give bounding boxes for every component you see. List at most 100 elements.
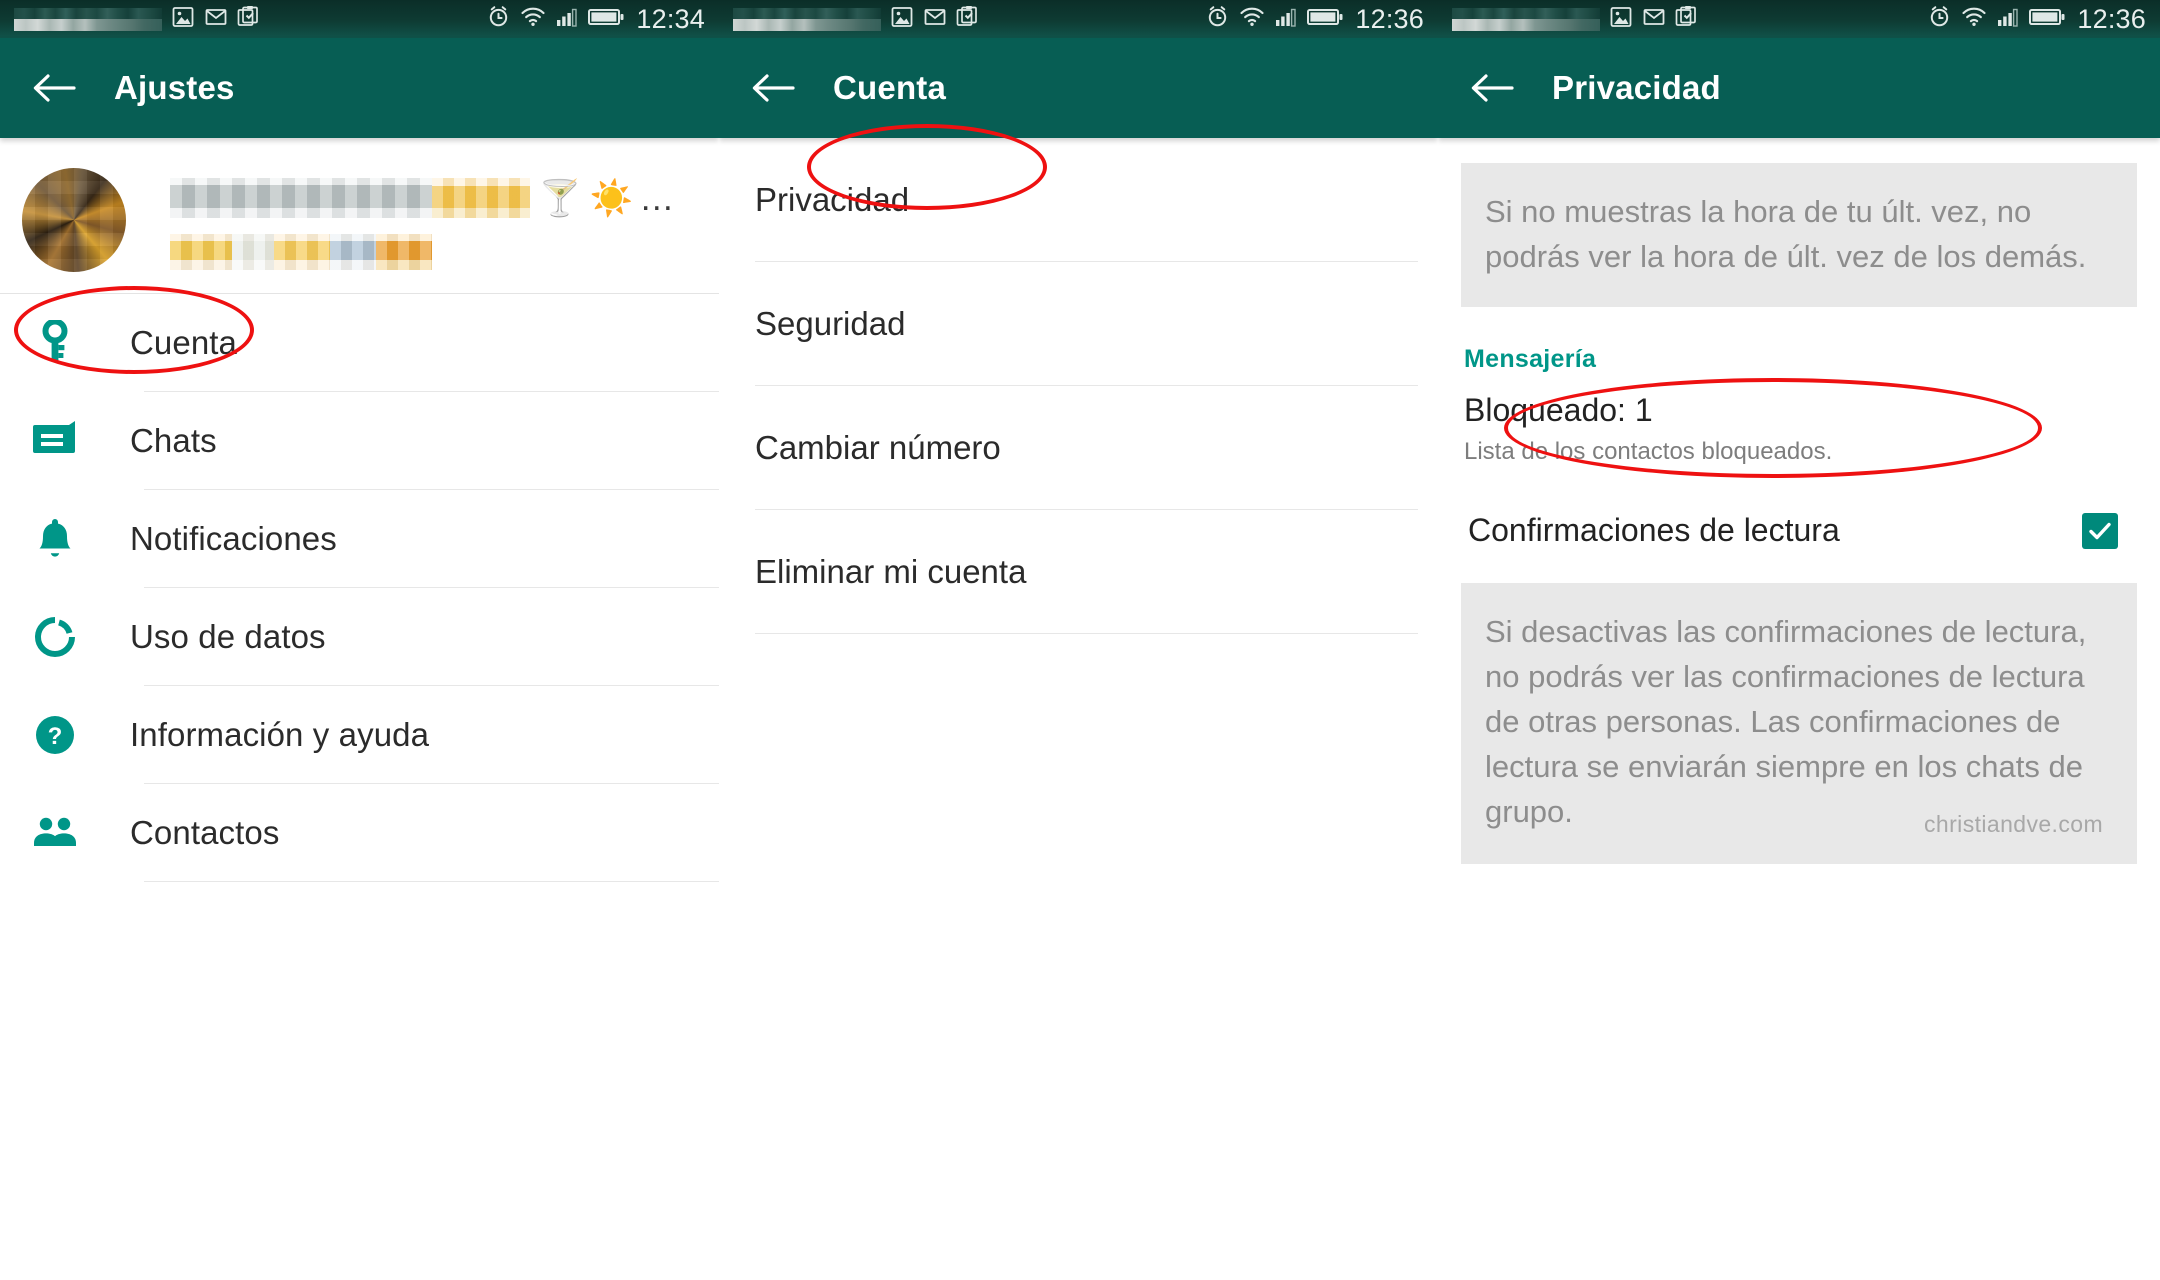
profile-name-redacted xyxy=(170,178,432,218)
profile-name-line: 🍸 ☀️ … xyxy=(170,178,674,218)
carrier-name-redacted xyxy=(14,7,162,31)
app-bar-account: Cuenta xyxy=(719,38,1438,138)
app-bar-privacy: Privacidad xyxy=(1438,38,2160,138)
screenshot-triptych: 12:34 Ajustes 🍸 ☀️ … Cuenta Chats Notifi… xyxy=(0,0,2160,1280)
status-chip xyxy=(232,234,274,270)
read-receipts-info-block: Si desactivas las confirmaciones de lect… xyxy=(1461,583,2137,864)
status-bar-clock: 12:36 xyxy=(1355,3,1424,34)
battery-icon xyxy=(1307,6,1343,33)
screen-account: 12:36 Cuenta Privacidad Seguridad Cambia… xyxy=(719,0,1438,1280)
clipboard-check-icon xyxy=(956,5,980,34)
clipboard-check-icon xyxy=(1675,5,1699,34)
sidebar-item-uso-de-datos[interactable]: Uso de datos xyxy=(0,588,719,685)
status-bar: 12:36 xyxy=(719,0,1438,38)
signal-icon xyxy=(1274,5,1298,34)
alarm-icon xyxy=(486,4,511,34)
status-chip xyxy=(170,234,232,270)
status-bar-left xyxy=(733,5,1205,34)
mail-icon xyxy=(1642,5,1666,34)
carrier-name-redacted xyxy=(1452,7,1600,31)
carrier-name-redacted xyxy=(733,7,881,31)
status-bar-right: 12:34 xyxy=(486,4,705,35)
signal-icon xyxy=(555,5,579,34)
battery-icon xyxy=(2029,6,2065,33)
divider xyxy=(144,881,719,882)
contacts-icon xyxy=(26,815,84,851)
key-icon xyxy=(26,319,84,366)
chat-bubble-icon xyxy=(26,420,84,461)
account-item-seguridad[interactable]: Seguridad xyxy=(719,262,1438,385)
status-bar-left xyxy=(14,5,486,34)
sidebar-item-label: Chats xyxy=(130,421,217,459)
wifi-icon xyxy=(520,4,546,34)
account-item-label: Eliminar mi cuenta xyxy=(755,552,1027,590)
status-bar-right: 12:36 xyxy=(1927,4,2146,35)
back-arrow-icon[interactable] xyxy=(1464,60,1520,116)
ellipsis-text: … xyxy=(639,178,675,218)
alarm-icon xyxy=(1927,4,1952,34)
image-icon xyxy=(171,5,195,34)
account-item-privacidad[interactable]: Privacidad xyxy=(719,138,1438,261)
account-item-label: Seguridad xyxy=(755,304,906,342)
back-arrow-icon[interactable] xyxy=(26,60,82,116)
status-bar-clock: 12:34 xyxy=(636,3,705,34)
account-item-label: Privacidad xyxy=(755,180,910,218)
status-bar: 12:34 xyxy=(0,0,719,38)
read-receipts-row[interactable]: Confirmaciones de lectura xyxy=(1438,486,2160,575)
sidebar-item-label: Notificaciones xyxy=(130,519,337,557)
read-receipts-label: Confirmaciones de lectura xyxy=(1468,512,1840,548)
image-icon xyxy=(890,5,914,34)
sidebar-item-contactos[interactable]: Contactos xyxy=(0,784,719,881)
mail-icon xyxy=(923,5,947,34)
status-chip xyxy=(330,234,376,270)
app-bar-settings: Ajustes xyxy=(0,38,719,138)
data-usage-icon xyxy=(26,615,84,659)
blocked-contacts-subtitle: Lista de los contactos bloqueados. xyxy=(1464,438,1833,465)
sidebar-item-label: Contactos xyxy=(130,813,280,851)
sidebar-item-label: Uso de datos xyxy=(130,617,326,655)
svg-text:?: ? xyxy=(48,723,63,750)
screen-settings: 12:34 Ajustes 🍸 ☀️ … Cuenta Chats Notifi… xyxy=(0,0,719,1280)
cocktail-emoji-icon: 🍸 xyxy=(538,178,582,218)
mail-icon xyxy=(204,5,228,34)
sidebar-item-informacion-y-ayuda[interactable]: ? Información y ayuda xyxy=(0,686,719,783)
read-receipts-info-text: Si desactivas las confirmaciones de lect… xyxy=(1485,614,2087,829)
signal-icon xyxy=(1996,5,2020,34)
last-seen-info-text: Si no muestras la hora de tu últ. vez, n… xyxy=(1485,194,2087,274)
status-bar-right: 12:36 xyxy=(1205,4,1424,35)
page-title: Cuenta xyxy=(833,69,947,106)
last-seen-info-block: Si no muestras la hora de tu últ. vez, n… xyxy=(1461,163,2137,307)
screen-privacy: 12:36 Privacidad Si no muestras la hora … xyxy=(1438,0,2160,1280)
profile-row[interactable]: 🍸 ☀️ … xyxy=(0,138,719,294)
section-header-mensajeria: Mensajería xyxy=(1464,345,1597,373)
profile-status-redacted xyxy=(170,234,674,270)
account-item-eliminar-mi-cuenta[interactable]: Eliminar mi cuenta xyxy=(719,510,1438,633)
status-bar-clock: 12:36 xyxy=(2077,3,2146,34)
page-title: Ajustes xyxy=(114,69,235,106)
wifi-icon xyxy=(1961,4,1987,34)
profile-name-redacted-2 xyxy=(432,178,530,218)
sidebar-item-label: Cuenta xyxy=(130,323,238,361)
sidebar-item-chats[interactable]: Chats xyxy=(0,392,719,489)
alarm-icon xyxy=(1205,4,1230,34)
account-item-cambiar-numero[interactable]: Cambiar número xyxy=(719,386,1438,509)
back-arrow-icon[interactable] xyxy=(745,60,801,116)
account-item-label: Cambiar número xyxy=(755,428,1001,466)
sun-emoji-icon: ☀️ xyxy=(589,178,634,218)
divider xyxy=(755,633,1418,634)
sidebar-item-cuenta[interactable]: Cuenta xyxy=(0,294,719,391)
sidebar-item-label: Información y ayuda xyxy=(130,715,430,753)
status-bar: 12:36 xyxy=(1438,0,2160,38)
blocked-contacts-title: Bloqueado: 1 xyxy=(1464,392,1653,428)
page-title: Privacidad xyxy=(1552,69,1721,106)
profile-text: 🍸 ☀️ … xyxy=(170,168,674,270)
status-chip xyxy=(274,234,330,270)
sidebar-item-notificaciones[interactable]: Notificaciones xyxy=(0,490,719,587)
bell-icon xyxy=(26,516,84,562)
blocked-contacts-row[interactable]: Bloqueado: 1 Lista de los contactos bloq… xyxy=(1438,374,2160,486)
battery-icon xyxy=(588,6,624,33)
wifi-icon xyxy=(1239,4,1265,34)
read-receipts-checkbox[interactable] xyxy=(2082,512,2118,549)
status-bar-left xyxy=(1452,5,1927,34)
avatar[interactable] xyxy=(22,168,126,272)
